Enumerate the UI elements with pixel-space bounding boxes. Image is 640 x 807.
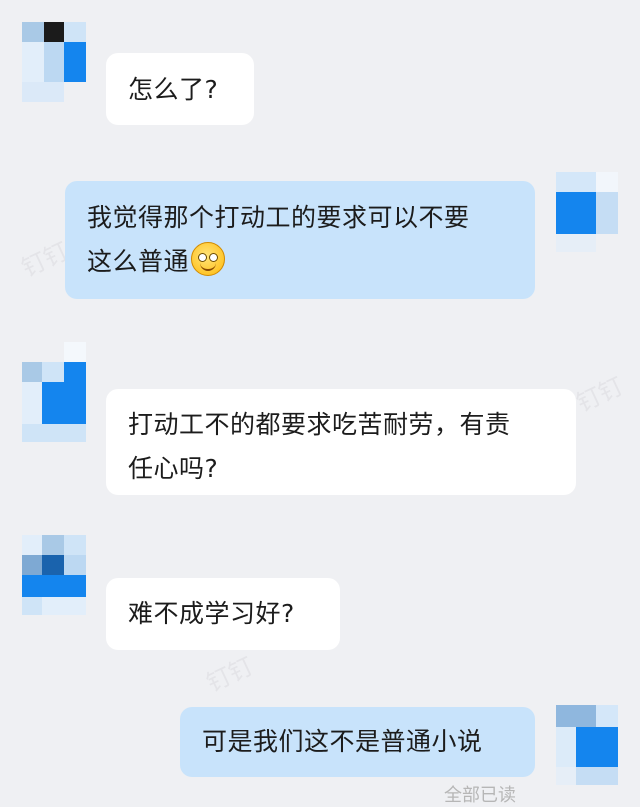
read-status: 全部已读 <box>444 785 516 806</box>
avatar[interactable] <box>22 22 86 102</box>
watermark: 钉钉 <box>202 651 258 698</box>
message-text-line: 这么普通 <box>87 240 513 284</box>
message-text: 难不成学习好? <box>128 599 295 628</box>
avatar[interactable] <box>556 705 620 785</box>
watermark: 钉钉 <box>572 371 628 418</box>
avatar[interactable] <box>556 172 620 252</box>
message-bubble[interactable]: 难不成学习好? <box>106 578 340 650</box>
message-bubble[interactable]: 怎么了? <box>106 53 254 125</box>
message-text-line: 任心吗? <box>128 454 219 483</box>
message-text: 怎么了? <box>128 75 219 104</box>
smiling-face-emoji-icon <box>191 242 226 276</box>
avatar[interactable] <box>22 342 86 442</box>
message-bubble[interactable]: 我觉得那个打动工的要求可以不要 这么普通 <box>65 181 535 299</box>
message-text: 可是我们这不是普通小说 <box>202 727 483 756</box>
message-text-line: 打动工不的都要求吃苦耐劳，有责 <box>128 410 511 439</box>
chat-view: 钉钉 钉钉 钉钉 怎么了? 我觉得那个打动工的要求可以不要 这么普通 打动工不的… <box>0 0 640 806</box>
message-bubble[interactable]: 可是我们这不是普通小说 <box>180 707 535 777</box>
message-bubble[interactable]: 打动工不的都要求吃苦耐劳，有责 任心吗? <box>106 389 576 495</box>
avatar[interactable] <box>22 535 86 615</box>
message-text-line: 我觉得那个打动工的要求可以不要 <box>87 203 470 232</box>
